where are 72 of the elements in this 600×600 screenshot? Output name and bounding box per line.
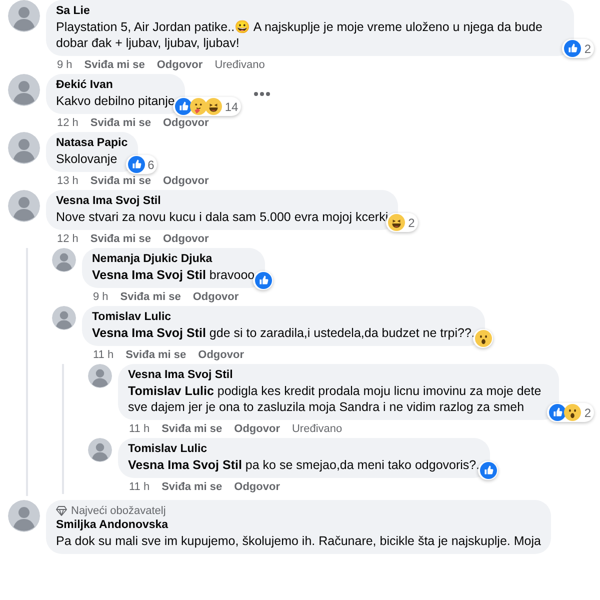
avatar-icon[interactable] [8, 500, 40, 532]
comment-text: Nove stvari za novu kucu i dala sam 5.000 evra mojoj kcerki [56, 209, 388, 225]
reaction-badge[interactable]: 6 [126, 155, 158, 174]
reply-link[interactable]: Odgovor [156, 58, 203, 72]
comment-time[interactable]: 13 h [57, 174, 78, 188]
like-link[interactable]: Sviđa mi se [90, 232, 151, 246]
reply-link[interactable]: Odgovor [162, 174, 209, 188]
like-icon [254, 272, 272, 289]
like-icon [549, 404, 566, 421]
avatar-icon[interactable] [8, 132, 40, 164]
comment-text: Vesna Ima Svoj Stil gde si to zaradila,i ustedela,da budzet ne trpi??. [92, 325, 475, 341]
reaction-badge[interactable]: 2 [562, 39, 594, 58]
avatar-icon[interactable] [88, 364, 112, 388]
like-link[interactable]: Sviđa mi se [162, 480, 222, 494]
surprised-face-icon [474, 330, 492, 347]
like-icon [564, 40, 582, 57]
avatar-icon[interactable] [8, 0, 40, 32]
author-name[interactable]: Vesna Ima Svoj Stil [128, 368, 550, 383]
surprised-face-icon [564, 404, 582, 421]
laughing-face-icon [204, 98, 222, 115]
diamond-icon [56, 506, 67, 516]
comment-text: Vesna Ima Svoj Stil bravooo [92, 267, 255, 283]
edited-label: Uređivano [214, 58, 265, 72]
comment-time[interactable]: 9 h [57, 58, 72, 72]
laughing-face-icon [388, 214, 406, 231]
comment-time[interactable]: 11 h [129, 422, 150, 436]
reaction-badge[interactable] [472, 329, 493, 348]
avatar-icon[interactable] [88, 438, 112, 462]
reply-link[interactable]: Odgovor [234, 422, 280, 436]
reply-link[interactable]: Odgovor [162, 232, 209, 246]
like-link[interactable]: Sviđa mi se [84, 58, 145, 72]
author-name[interactable]: Đekić Ivan [56, 78, 175, 93]
comment-text: Vesna Ima Svoj Stil pa ko se smejao,da meni tako odgovoris?. [128, 457, 480, 473]
avatar-icon[interactable] [52, 306, 76, 330]
author-name[interactable]: Sa Lie [56, 4, 564, 19]
hugging-face-icon [190, 98, 207, 115]
comment-time[interactable]: 11 h [129, 480, 150, 494]
author-name[interactable]: Natasa Papic [56, 136, 128, 151]
like-icon [480, 462, 497, 479]
like-icon [174, 98, 192, 115]
reply-link[interactable]: Odgovor [192, 290, 239, 304]
comment-time[interactable]: 9 h [93, 290, 108, 304]
author-name[interactable]: Nemanja Djukic Djuka [92, 252, 255, 267]
comment-text: Pa dok su mali sve im kupujemo, školujemo ih. Računare, bicikle šta je najskuplje. Moja [56, 533, 541, 549]
reply-link[interactable]: Odgovor [198, 348, 244, 362]
comment-time[interactable]: 11 h [93, 348, 114, 362]
like-link[interactable]: Sviđa mi se [162, 422, 222, 436]
avatar-icon[interactable] [8, 74, 40, 106]
fan-badge-label: Najveći obožavatelj [71, 504, 166, 518]
like-link[interactable]: Sviđa mi se [126, 348, 186, 362]
avatar-icon[interactable] [52, 248, 76, 272]
reaction-badge[interactable]: 2 [386, 213, 418, 232]
comment-text: Playstation 5, Air Jordan patike..😀 A najskuplje je moje vreme uloženo u njega da bude dobar đak + ljubav, ljubav, ljubav! [56, 19, 544, 51]
author-name[interactable]: Tomislav Lulic [128, 442, 480, 457]
comment-text: Skolovanje [56, 151, 118, 167]
author-name[interactable]: Smiljka Andonovska [56, 518, 541, 533]
like-icon [128, 156, 145, 173]
like-link[interactable]: Sviđa mi se [120, 290, 181, 304]
reaction-badge[interactable]: 2 [547, 403, 594, 422]
more-icon[interactable] [253, 91, 272, 97]
author-name[interactable]: Vesna Ima Svoj Stil [56, 194, 388, 209]
comment-text: Kakvo debilno pitanje [56, 93, 175, 109]
comment-time[interactable]: 12 h [57, 232, 78, 246]
reply-link[interactable]: Odgovor [234, 480, 280, 494]
edited-label: Uređivano [292, 422, 342, 436]
reply-link[interactable]: Odgovor [162, 116, 209, 130]
comment-text: Tomislav Lulic podigla kes kredit prodala moju licnu imovinu za moje dete sve dajem jer je ona to zasluzila moja Sandra i ne vidim razlog za smeh [128, 383, 542, 415]
like-link[interactable]: Sviđa mi se [90, 116, 151, 130]
like-link[interactable]: Sviđa mi se [90, 174, 151, 188]
author-name[interactable]: Tomislav Lulic [92, 310, 475, 325]
comment-time[interactable]: 12 h [57, 116, 78, 130]
avatar-icon[interactable] [8, 190, 40, 222]
